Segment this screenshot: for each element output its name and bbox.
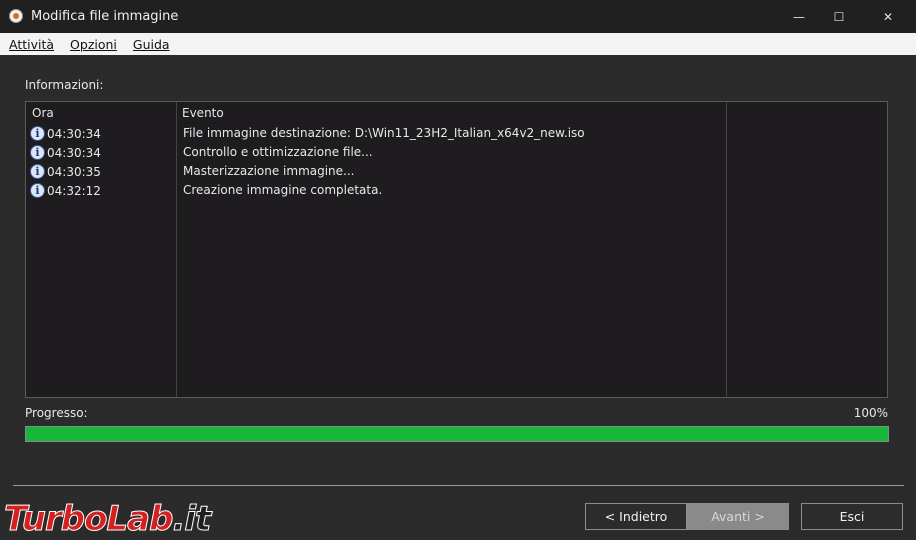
log-event: File immagine destinazione: D:\Win11_23H… (183, 126, 585, 140)
column-divider[interactable] (176, 102, 177, 397)
log-row[interactable]: i 04:30:34 (30, 124, 101, 143)
close-button[interactable]: ✕ (865, 0, 911, 33)
maximize-button[interactable]: ☐ (816, 0, 862, 33)
column-divider[interactable] (726, 102, 727, 397)
column-header-event[interactable]: Evento (182, 106, 224, 120)
client-area: Informazioni: Ora Evento i 04:30:34 File… (0, 55, 916, 540)
log-row[interactable]: i 04:30:35 (30, 162, 101, 181)
progress-fill (26, 427, 888, 441)
log-row[interactable]: i 04:30:34 (30, 143, 101, 162)
next-button[interactable]: Avanti > (687, 503, 789, 530)
info-icon: i (30, 145, 45, 160)
menu-guida[interactable]: Guida (133, 37, 170, 52)
window-title: Modifica file immagine (31, 9, 179, 24)
info-icon: i (30, 183, 45, 198)
watermark-logo: TurboLab.it (3, 499, 212, 540)
progress-percent: 100% (853, 406, 888, 420)
watermark-suffix: .it (172, 499, 212, 540)
title-bar: Modifica file immagine — ☐ ✕ (0, 0, 916, 33)
log-event: Controllo e ottimizzazione file... (183, 145, 373, 159)
back-button[interactable]: < Indietro (585, 503, 687, 530)
log-time: 04:30:34 (47, 145, 101, 160)
log-row[interactable]: i 04:32:12 (30, 181, 101, 200)
menu-attivita[interactable]: Attività (9, 37, 54, 52)
column-header-time[interactable]: Ora (32, 106, 54, 120)
progress-bar (25, 426, 889, 442)
info-label: Informazioni: (25, 78, 104, 92)
menu-opzioni[interactable]: Opzioni (70, 37, 117, 52)
info-icon: i (30, 126, 45, 141)
info-icon: i (30, 164, 45, 179)
separator (13, 485, 904, 486)
log-event: Masterizzazione immagine... (183, 164, 355, 178)
log-time: 04:32:12 (47, 183, 101, 198)
exit-button[interactable]: Esci (801, 503, 903, 530)
progress-label: Progresso: (25, 406, 88, 420)
log-time: 04:30:34 (47, 126, 101, 141)
event-log-list[interactable]: Ora Evento i 04:30:34 File immagine dest… (25, 101, 888, 398)
watermark-text: TurboLab (3, 499, 173, 540)
menu-bar: Attività Opzioni Guida (0, 33, 916, 55)
log-time: 04:30:35 (47, 164, 101, 179)
app-icon (9, 9, 23, 23)
log-event: Creazione immagine completata. (183, 183, 383, 197)
